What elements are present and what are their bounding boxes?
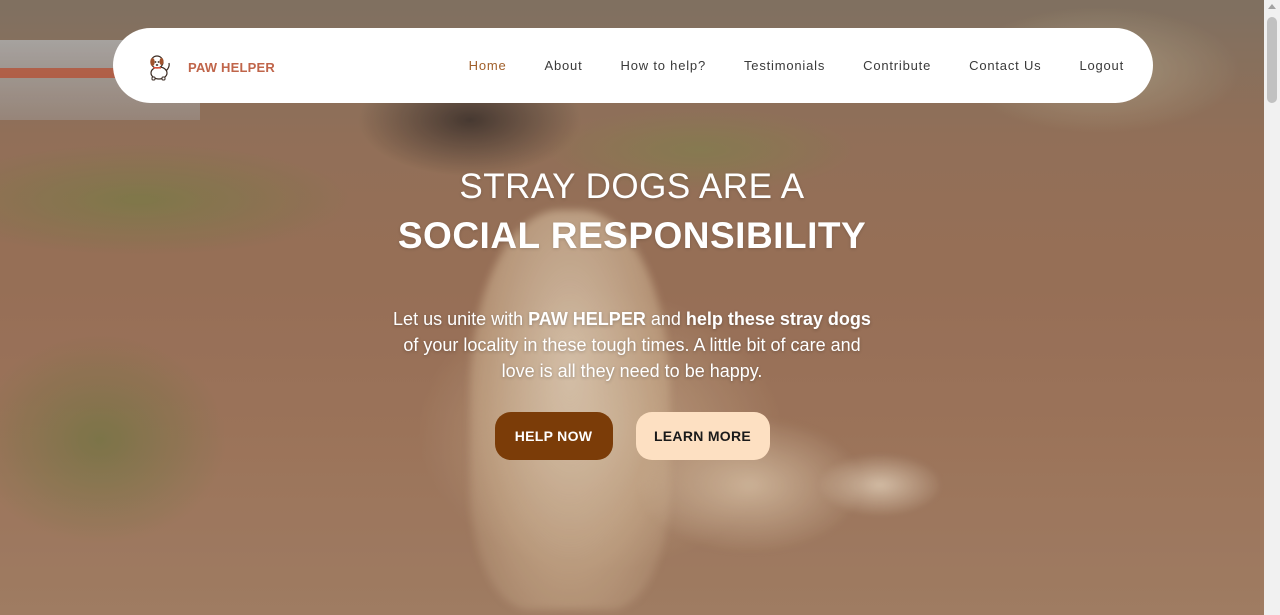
nav-testimonials[interactable]: Testimonials [744, 58, 825, 73]
cta-buttons: HELP NOW LEARN MORE [332, 412, 932, 460]
hero-tagline: Let us unite with PAW HELPER and help th… [387, 306, 877, 384]
tagline-highlight: help these stray dogs [685, 309, 871, 329]
brand-name: PAW HELPER [188, 60, 275, 75]
tagline-text: of your locality in these tough times. A… [403, 335, 861, 381]
page-scrollbar[interactable] [1264, 0, 1280, 615]
learn-more-button[interactable]: LEARN MORE [635, 412, 770, 460]
nav-logout[interactable]: Logout [1079, 58, 1124, 73]
help-now-button[interactable]: HELP NOW [494, 412, 613, 460]
scroll-up-arrow-icon[interactable] [1268, 4, 1276, 9]
nav-menu: Home About How to help? Testimonials Con… [431, 28, 1124, 103]
scrollbar-thumb[interactable] [1267, 17, 1277, 103]
nav-home[interactable]: Home [469, 58, 507, 73]
tagline-brand: PAW HELPER [528, 309, 646, 329]
hero-headline-line2: SOCIAL RESPONSIBILITY [397, 215, 867, 256]
hero-section: STRAY DOGS ARE A SOCIAL RESPONSIBILITY L… [332, 166, 932, 460]
hero-headline-line1: STRAY DOGS ARE A [459, 167, 805, 206]
page: PAW HELPER Home About How to help? Testi… [0, 0, 1280, 615]
nav-how-to-help[interactable]: How to help? [621, 58, 706, 73]
nav-contribute[interactable]: Contribute [863, 58, 931, 73]
nav-about[interactable]: About [545, 58, 583, 73]
brand-link[interactable]: PAW HELPER [143, 28, 275, 103]
tagline-text: Let us unite with [393, 309, 529, 329]
dog-logo-icon [150, 54, 170, 80]
navbar: PAW HELPER Home About How to help? Testi… [113, 28, 1153, 103]
nav-contact-us[interactable]: Contact Us [969, 58, 1041, 73]
tagline-text: and [645, 309, 686, 329]
